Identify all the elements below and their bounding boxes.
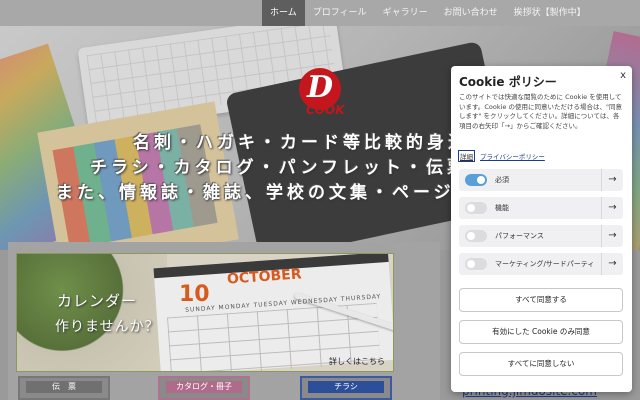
cookie-category-marketing: マーケティング/サードパーティ → (459, 253, 623, 275)
category-name: パフォーマンス (495, 232, 544, 240)
hero-line-2: チラシ・カタログ・パンフレット・伝票など (90, 158, 510, 178)
arrow-right-icon[interactable]: → (601, 197, 623, 219)
logo-word: COOK (306, 103, 345, 117)
cookie-category-performance: パフォーマンス → (459, 225, 623, 247)
nav-item-home[interactable]: ホーム (262, 0, 305, 26)
necessary-toggle[interactable] (465, 174, 487, 186)
nav-item-gallery[interactable]: ギャラリー (375, 0, 436, 26)
nav-item-contact[interactable]: お問い合わせ (436, 0, 506, 26)
cookie-title: Cookie ポリシー (459, 75, 557, 89)
plant-image (17, 254, 167, 371)
category-card-flyer[interactable]: チラシ (300, 376, 392, 400)
top-nav: ホーム プロフィール ギャラリー お問い合わせ 挨拶状【製作中】 (0, 0, 640, 26)
arrow-right-icon[interactable]: → (601, 225, 623, 247)
nav-list: ホーム プロフィール ギャラリー お問い合わせ 挨拶状【製作中】 (262, 0, 594, 26)
category-name: 必須 (495, 176, 509, 184)
arrow-right-icon[interactable]: → (601, 253, 623, 275)
cookie-description: このサイトでは快適な閲覧のために Cookie を使用しています。Cookie … (459, 93, 622, 130)
category-name: マーケティング/サードパーティ (495, 260, 595, 268)
cookie-links: 詳細 プライバシーポリシー (458, 150, 545, 162)
marketing-toggle[interactable] (465, 258, 487, 270)
category-card-catalog[interactable]: カタログ・冊子 (158, 376, 250, 400)
nav-item-greeting-cards[interactable]: 挨拶状【製作中】 (506, 0, 594, 26)
category-label: カタログ・冊子 (166, 381, 242, 393)
privacy-policy-link[interactable]: プライバシーポリシー (480, 151, 545, 161)
accept-all-button[interactable]: すべて同意する (459, 288, 623, 312)
banner-subtitle: 作りませんか？ (55, 319, 160, 335)
category-label: 伝 票 (26, 381, 102, 393)
nav-item-profile[interactable]: プロフィール (305, 0, 375, 26)
calendar-banner[interactable]: 10 OCTOBER SUNDAY MONDAY TUESDAY WEDNESD… (16, 253, 394, 372)
arrow-right-icon[interactable]: → (601, 169, 623, 191)
category-label: チラシ (308, 381, 384, 393)
cookie-category-functional: 機能 → (459, 197, 623, 219)
banner-more-link[interactable]: 詳しくはこちら (329, 356, 385, 367)
logo-letter: D (306, 70, 333, 105)
calendar-number: 10 (179, 282, 210, 307)
details-link[interactable]: 詳細 (458, 150, 475, 162)
close-icon[interactable]: x (620, 70, 626, 81)
category-name: 機能 (495, 204, 509, 212)
functional-toggle[interactable] (465, 202, 487, 214)
accept-enabled-button[interactable]: 有効にした Cookie のみ同意 (459, 320, 623, 344)
banner-title: カレンダー (57, 292, 138, 310)
cookie-dialog: x Cookie ポリシー このサイトでは快適な閲覧のために Cookie を使… (451, 66, 632, 392)
category-card-slips[interactable]: 伝 票 (18, 376, 110, 400)
performance-toggle[interactable] (465, 230, 487, 242)
reject-all-button[interactable]: すべてに同意しない (459, 352, 623, 376)
cookie-category-necessary: 必須 → (459, 169, 623, 191)
